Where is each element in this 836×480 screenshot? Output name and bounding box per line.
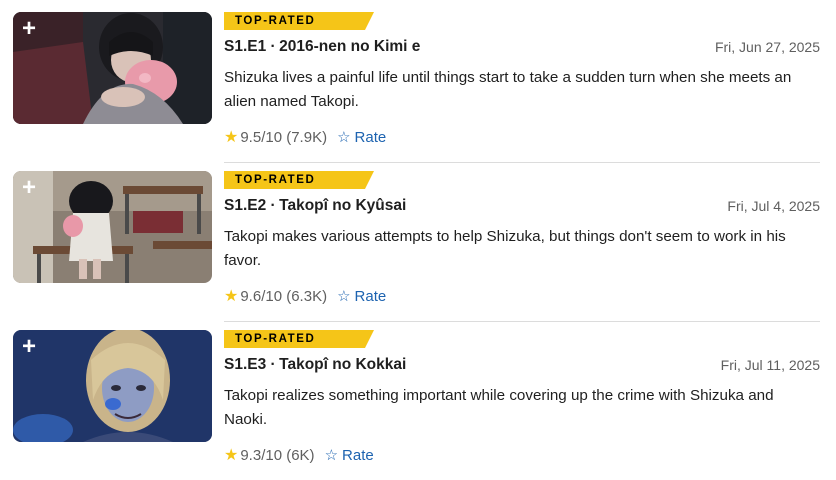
top-rated-badge: TOP-RATED <box>224 330 374 348</box>
rating-row: ★ 9.3/10 (6K) ☆ Rate <box>224 445 374 465</box>
episode-item: + TOP-RATED S1.E1 ∙ 2016-nen no Kimi e F… <box>0 0 836 163</box>
air-date: Fri, Jul 4, 2025 <box>727 198 820 214</box>
episode-thumbnail[interactable]: + <box>13 12 212 124</box>
watchlist-plus-icon[interactable]: + <box>13 12 45 46</box>
rate-button[interactable]: ☆ Rate <box>324 446 374 465</box>
episode-item: + TOP-RATED S1.E2 ∙ Takopî no Kyûsai Fri… <box>0 159 836 322</box>
star-outline-icon: ☆ <box>337 288 351 305</box>
rating-row: ★ 9.5/10 (7.9K) ☆ Rate <box>224 127 386 147</box>
episode-description: Takopi makes various attempts to help Sh… <box>224 228 786 269</box>
air-date: Fri, Jul 11, 2025 <box>720 357 820 373</box>
episode-title[interactable]: S1.E1 ∙ 2016-nen no Kimi e <box>224 38 420 56</box>
star-outline-icon: ☆ <box>324 447 339 464</box>
episode-thumbnail[interactable]: + <box>13 330 212 442</box>
rating-value: 9.5/10 (7.9K) <box>240 128 328 146</box>
rate-button[interactable]: ☆ Rate <box>337 128 387 147</box>
episode-description: Takopi realizes something important whil… <box>224 387 774 428</box>
top-rated-badge: TOP-RATED <box>224 171 374 189</box>
rate-label: Rate <box>354 128 387 146</box>
star-icon: ★ <box>224 288 239 305</box>
star-outline-icon: ☆ <box>337 129 351 146</box>
rating-value: 9.6/10 (6.3K) <box>240 287 328 305</box>
episode-title[interactable]: S1.E3 ∙ Takopî no Kokkai <box>224 356 406 374</box>
rate-button[interactable]: ☆ Rate <box>337 287 387 306</box>
watchlist-plus-icon[interactable]: + <box>13 171 45 205</box>
rating-value: 9.3/10 (6K) <box>240 446 315 464</box>
episode-item: + TOP-RATED S1.E3 ∙ Takopî no Kokkai Fri… <box>0 318 836 477</box>
top-rated-badge: TOP-RATED <box>224 12 374 30</box>
star-icon: ★ <box>224 447 239 464</box>
rate-label: Rate <box>342 446 374 464</box>
episode-description: Shizuka lives a painful life until thing… <box>224 69 792 110</box>
watchlist-plus-icon[interactable]: + <box>13 330 45 364</box>
air-date: Fri, Jun 27, 2025 <box>714 39 820 55</box>
rating-row: ★ 9.6/10 (6.3K) ☆ Rate <box>224 286 386 306</box>
episode-title[interactable]: S1.E2 ∙ Takopî no Kyûsai <box>224 197 406 215</box>
episode-thumbnail[interactable]: + <box>13 171 212 283</box>
star-icon: ★ <box>224 129 239 146</box>
rate-label: Rate <box>354 287 387 305</box>
